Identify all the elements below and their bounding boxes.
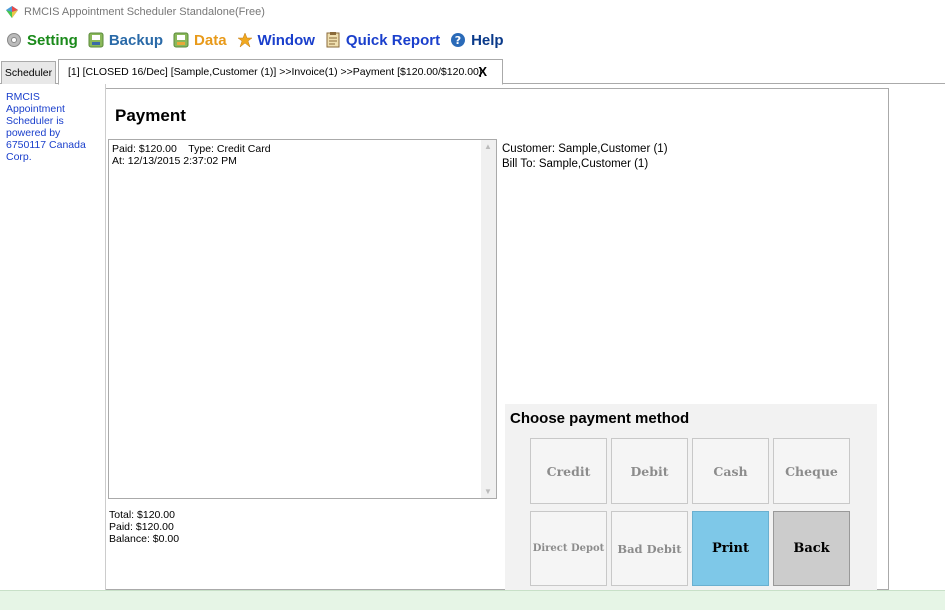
page-title: Payment [115, 106, 186, 125]
payment-panel: Payment Paid: $120.00 Type: Credit Card … [106, 88, 889, 591]
bad-debit-button[interactable]: Bad Debit [611, 511, 688, 586]
payment-detail-line: Paid: $120.00 Type: Credit Card [112, 143, 271, 155]
powered-by-link[interactable]: RMCIS Appointment Scheduler is powered b… [6, 91, 101, 163]
tab-scheduler-label: Scheduler [4, 67, 53, 79]
back-button[interactable]: Back [773, 511, 850, 586]
app-logo-icon [6, 6, 18, 18]
tab-bar: Scheduler [1] [CLOSED 16/Dec] [Sample,Cu… [0, 59, 945, 85]
credit-button[interactable]: Credit [530, 438, 607, 504]
payment-method-title: Choose payment method [510, 410, 690, 427]
title-bar: RMCIS Appointment Scheduler Standalone(F… [0, 0, 945, 24]
payment-details-text: Paid: $120.00 Type: Credit Card At: 12/1… [112, 143, 271, 167]
window-title: RMCIS Appointment Scheduler Standalone(F… [24, 6, 265, 18]
balance-amount: Balance: $0.00 [109, 533, 180, 545]
payment-details-textbox[interactable]: Paid: $120.00 Type: Credit Card At: 12/1… [108, 139, 497, 499]
payment-method-section: Choose payment method Credit Debit Cash … [505, 404, 877, 591]
menu-window-label: Window [257, 31, 315, 49]
sidebar: RMCIS Appointment Scheduler is powered b… [0, 84, 106, 590]
debit-button[interactable]: Debit [611, 438, 688, 504]
help-icon: ? [451, 33, 466, 47]
scroll-up-icon[interactable]: ▲ [484, 142, 492, 151]
menu-help-label: Help [471, 31, 504, 49]
menu-backup-label: Backup [108, 31, 164, 49]
menu-window[interactable]: Window [236, 31, 315, 49]
menu-data[interactable]: Data [173, 32, 227, 49]
menu-quick-report[interactable]: Quick Report [325, 32, 440, 49]
paid-amount: Paid: $120.00 [109, 521, 174, 533]
customer-info: Customer: Sample,Customer (1) Bill To: S… [502, 142, 668, 172]
vertical-scrollbar[interactable]: ▲ ▼ [481, 140, 496, 498]
payment-timestamp: At: 12/13/2015 2:37:02 PM [112, 155, 237, 167]
tab-payment[interactable]: [1] [CLOSED 16/Dec] [Sample,Customer (1)… [58, 59, 503, 85]
menu-backup[interactable]: Backup [88, 32, 163, 49]
gear-icon [7, 33, 21, 47]
tab-payment-label: [1] [CLOSED 16/Dec] [Sample,Customer (1)… [68, 66, 482, 78]
menu-bar: Setting Backup Data Window Quick Report … [0, 28, 514, 52]
total-amount: Total: $120.00 [109, 509, 175, 521]
menu-setting-label: Setting [27, 31, 78, 49]
report-icon [326, 32, 340, 48]
bill-to: Bill To: Sample,Customer (1) [502, 158, 649, 170]
cash-button[interactable]: Cash [692, 438, 769, 504]
app-window: RMCIS Appointment Scheduler Standalone(F… [0, 0, 945, 610]
payment-totals: Total: $120.00 Paid: $120.00 Balance: $0… [109, 509, 179, 545]
direct-depot-button[interactable]: Direct Depot [530, 511, 607, 586]
menu-quick-report-label: Quick Report [345, 31, 441, 49]
print-button[interactable]: Print [692, 511, 769, 586]
tab-scheduler[interactable]: Scheduler [1, 61, 56, 84]
customer-name: Customer: Sample,Customer (1) [502, 143, 668, 155]
menu-setting[interactable]: Setting [6, 32, 78, 49]
menu-help[interactable]: ? Help [450, 32, 504, 49]
close-tab-button[interactable]: X [478, 64, 487, 79]
scroll-down-icon[interactable]: ▼ [484, 487, 492, 496]
status-bar [0, 590, 945, 610]
data-icon [173, 32, 189, 48]
svg-text:?: ? [455, 34, 461, 47]
cheque-button[interactable]: Cheque [773, 438, 850, 504]
window-icon [236, 32, 253, 48]
backup-icon [88, 32, 104, 48]
menu-data-label: Data [194, 31, 227, 49]
